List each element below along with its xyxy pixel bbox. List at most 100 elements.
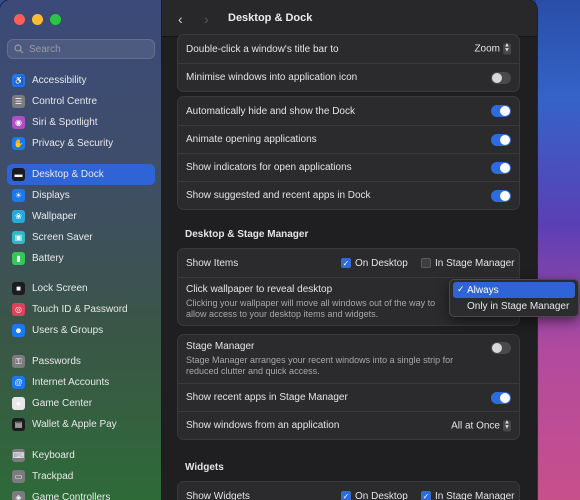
sidebar-item-keyboard[interactable]: ⌨ Keyboard [7,445,155,466]
menu-item-only-in-stage-manager[interactable]: Only in Stage Manager [453,298,575,314]
sidebar-group: ⌨ Keyboard ▭ Trackpad ◈ Game Controllers [7,445,155,500]
sidebar-item-label: Lock Screen [32,283,88,294]
sidebar-item-label: Touch ID & Password [32,304,128,315]
dock-setting-toggle[interactable] [491,133,511,146]
sidebar-item-label: Trackpad [32,471,74,482]
sidebar-item-users-groups[interactable]: ☻ Users & Groups [7,320,155,341]
widgets-heading: Widgets [185,462,224,473]
sidebar-item-touch-id-password[interactable]: ◎ Touch ID & Password [7,299,155,320]
sidebar-item-desktop-dock[interactable]: ▬ Desktop & Dock [7,164,155,185]
dock-setting-toggle[interactable] [491,161,511,174]
key-icon: ⚿ [12,355,25,368]
users-icon: ☻ [12,324,25,337]
widgets-in-stage-manager-checkbox[interactable]: ✓ In Stage Manager [421,491,515,500]
dock-setting-label: Animate opening applications [186,134,317,145]
sidebar-item-label: Keyboard [32,450,75,461]
settings-window: Search ♿ Accessibility ☰ Control Centre ◉ Sir… [0,0,537,500]
dock-setting-row: Show indicators for open applications [178,153,519,181]
checkmark-icon: ✓ [457,284,465,294]
sidebar-item-passwords[interactable]: ⚿ Passwords [7,351,155,372]
widgets-on-desktop-checkbox[interactable]: ✓ On Desktop [341,491,408,500]
at-icon: @ [12,376,25,389]
toolbar: ‹ › Desktop & Dock [162,0,537,37]
window-controls [14,14,61,25]
lock-icon: ■ [12,282,25,295]
double-click-value: Zoom [474,43,500,55]
sidebar-item-label: Wallet & Apple Pay [32,419,117,430]
sidebar-group: ▬ Desktop & Dock ☀ Displays ❀ Wallpaper ▣ Scree… [7,164,155,269]
sidebar-item-siri-spotlight[interactable]: ◉ Siri & Spotlight [7,112,155,133]
control-centre-icon: ☰ [12,95,25,108]
zoom-button[interactable] [50,14,61,25]
dock-settings-group: Automatically hide and show the Dock Anim… [177,96,520,210]
sidebar-item-accessibility[interactable]: ♿ Accessibility [7,70,155,91]
controller-icon: ◈ [12,491,25,500]
click-wallpaper-description: Clicking your wallpaper will move all wi… [186,297,436,319]
sidebar-item-control-centre[interactable]: ☰ Control Centre [7,91,155,112]
dock-setting-label: Automatically hide and show the Dock [186,105,355,117]
sidebar-item-trackpad[interactable]: ▭ Trackpad [7,466,155,487]
show-windows-value: All at Once [451,420,500,431]
in-stage-manager-checkbox[interactable]: In Stage Manager [421,258,515,269]
wallpaper-icon: ❀ [12,210,25,223]
forward-chevron-icon[interactable]: › [204,11,209,27]
sidebar-item-label: Displays [32,190,70,201]
fingerprint-icon: ◎ [12,303,25,316]
show-windows-popup[interactable]: All at Once ▲ ▼ [451,419,511,431]
sidebar-item-game-center[interactable]: ● Game Center [7,393,155,414]
recent-apps-toggle[interactable] [491,391,511,404]
sidebar-item-label: Battery [32,253,64,264]
show-items-label: Show Items [186,257,239,269]
sidebar-item-wallpaper[interactable]: ❀ Wallpaper [7,206,155,227]
updown-chevron-icon: ▲ ▼ [503,42,511,55]
close-button[interactable] [14,14,25,25]
click-wallpaper-menu: ✓ Always Only in Stage Manager [449,279,579,317]
sidebar-item-label: Screen Saver [32,232,93,243]
keyboard-icon: ⌨ [12,449,25,462]
show-widgets-label: Show Widgets [186,490,250,500]
sidebar-item-internet-accounts[interactable]: @ Internet Accounts [7,372,155,393]
sidebar-item-label: Users & Groups [32,325,104,336]
sidebar-item-label: Accessibility [32,75,87,86]
titlebar-settings-group: Double-click a window's title bar to Zoo… [177,34,520,92]
back-chevron-icon[interactable]: ‹ [178,11,183,27]
hand-icon: ✋ [12,137,25,150]
double-click-popup[interactable]: Zoom ▲ ▼ [474,42,511,55]
dock-setting-toggle[interactable] [491,105,511,117]
sidebar-item-lock-screen[interactable]: ■ Lock Screen [7,278,155,299]
page-title: Desktop & Dock [228,12,313,24]
sidebar-item-battery[interactable]: ▮ Battery [7,248,155,269]
sidebar-group: ⚿ Passwords @ Internet Accounts ● Game Center… [7,351,155,435]
sidebar: Search ♿ Accessibility ☰ Control Centre ◉ Sir… [0,0,162,500]
minimize-button[interactable] [32,14,43,25]
sidebar-item-screen-saver[interactable]: ▣ Screen Saver [7,227,155,248]
sidebar-item-privacy-security[interactable]: ✋ Privacy & Security [7,133,155,154]
search-placeholder: Search [29,43,61,55]
recent-apps-label: Show recent apps in Stage Manager [186,392,348,403]
click-wallpaper-label: Click wallpaper to reveal desktop [186,283,333,295]
stage-manager-description: Stage Manager arranges your recent windo… [186,355,454,376]
sidebar-item-label: Passwords [32,356,81,367]
main-pane: ‹ › Desktop & Dock Double-click a window… [162,0,537,500]
displays-icon: ☀ [12,189,25,202]
dock-setting-toggle[interactable] [491,189,511,202]
desktop-wallpaper [536,0,580,500]
minimise-toggle[interactable] [491,71,511,84]
minimise-row: Minimise windows into application icon [178,63,519,91]
updown-chevron-icon: ▲ ▼ [503,419,511,431]
dock-icon: ▬ [12,168,25,181]
menu-item-always[interactable]: ✓ Always [453,282,575,298]
desktop-stage-manager-heading: Desktop & Stage Manager [185,229,309,240]
sidebar-item-game-controllers[interactable]: ◈ Game Controllers [7,487,155,500]
dock-setting-row: Animate opening applications [178,125,519,153]
sidebar-item-wallet-apple-pay[interactable]: ▤ Wallet & Apple Pay [7,414,155,435]
sidebar-item-displays[interactable]: ☀ Displays [7,185,155,206]
on-desktop-checkbox[interactable]: ✓ On Desktop [341,258,408,269]
stage-manager-group: Stage Manager Stage Manager arranges you… [177,334,520,440]
stage-manager-toggle[interactable] [491,342,511,354]
show-items-row: Show Items ✓ On Desktop In Stage Manager [178,249,519,277]
search-field[interactable]: Search [7,39,155,59]
sidebar-item-label: Desktop & Dock [32,169,104,180]
search-icon [14,44,24,54]
checkmark-icon: ✓ [421,491,431,500]
